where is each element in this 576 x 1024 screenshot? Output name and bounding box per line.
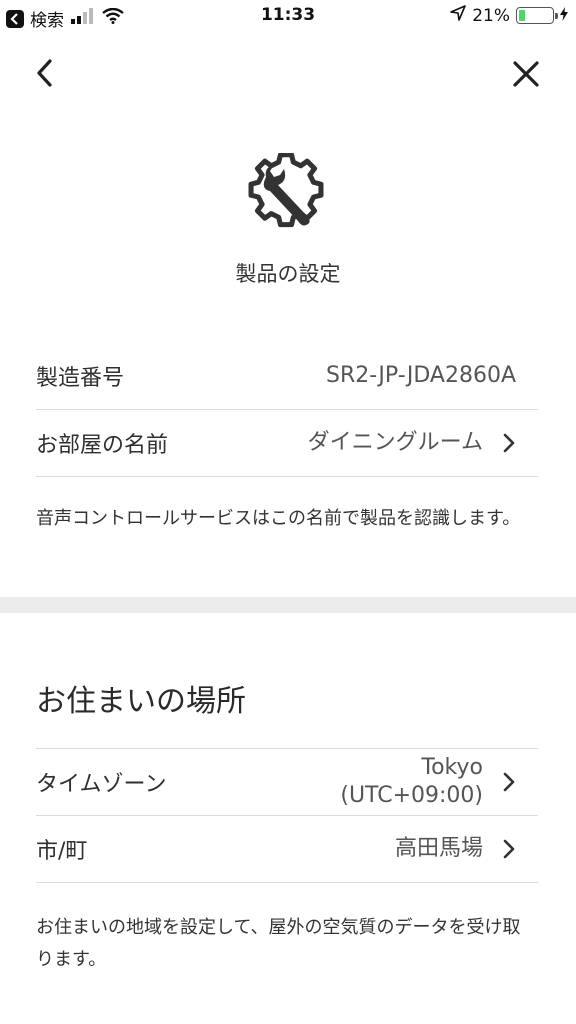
chevron-right-icon bbox=[503, 839, 515, 859]
timezone-city: Tokyo bbox=[421, 755, 483, 780]
room-name-row[interactable]: お部屋の名前 ダイニングルーム bbox=[36, 410, 538, 477]
timezone-row[interactable]: タイムゾーン Tokyo (UTC+09:00) bbox=[36, 748, 538, 816]
room-name-value: ダイニングルーム bbox=[307, 430, 483, 455]
timezone-offset: (UTC+09:00) bbox=[340, 783, 483, 808]
battery-cap bbox=[555, 13, 558, 19]
back-button[interactable] bbox=[30, 56, 64, 90]
page-title: 製品の設定 bbox=[235, 262, 341, 286]
charging-bolt-icon bbox=[560, 6, 568, 26]
serial-number-value: SR2-JP-JDA2860A bbox=[326, 363, 516, 388]
status-right: 21% bbox=[450, 5, 568, 26]
chevron-left-icon bbox=[37, 59, 52, 87]
location-section-title: お住まいの場所 bbox=[36, 684, 246, 719]
chevron-right-icon bbox=[503, 433, 515, 453]
city-row[interactable]: 市/町 高田馬場 bbox=[36, 816, 538, 883]
battery-icon bbox=[516, 7, 558, 24]
room-name-note: 音声コントロールサービスはこの名前で製品を認識します。 bbox=[36, 508, 521, 529]
close-icon bbox=[513, 61, 539, 87]
serial-number-row: 製造番号 SR2-JP-JDA2860A bbox=[36, 343, 538, 410]
close-button[interactable] bbox=[508, 56, 544, 92]
battery-level bbox=[519, 10, 525, 21]
serial-number-label: 製造番号 bbox=[36, 366, 125, 391]
timezone-label: タイムゾーン bbox=[36, 772, 167, 797]
room-name-label: お部屋の名前 bbox=[36, 433, 169, 458]
status-bar: 検索 11:33 21% bbox=[0, 0, 576, 34]
section-divider bbox=[0, 597, 576, 613]
gear-wrench-icon bbox=[248, 152, 328, 233]
timezone-value: Tokyo (UTC+09:00) bbox=[340, 754, 483, 810]
city-value: 高田馬場 bbox=[394, 836, 483, 861]
city-label: 市/町 bbox=[36, 839, 88, 864]
chevron-right-icon bbox=[503, 772, 515, 792]
battery-percent: 21% bbox=[472, 5, 510, 26]
location-note: お住まいの地域を設定して、屋外の空気質のデータを受け取ります。 bbox=[36, 917, 521, 970]
location-arrow-icon bbox=[450, 5, 467, 26]
